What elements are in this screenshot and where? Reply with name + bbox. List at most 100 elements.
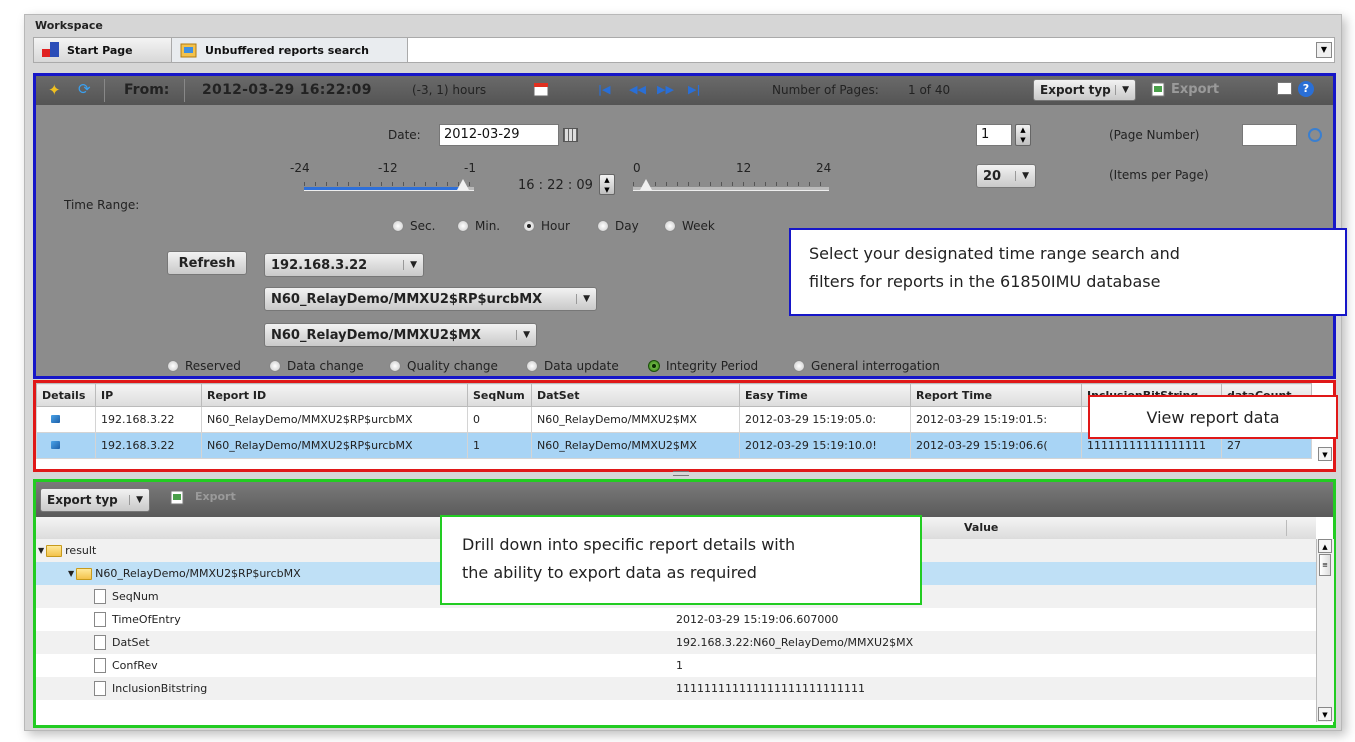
grid-scroll-down[interactable]: ▼ <box>1318 447 1332 461</box>
details-cell[interactable] <box>36 432 96 459</box>
ip-dropdown-value: 192.168.3.22 <box>271 257 368 273</box>
trigger-data-update[interactable]: Data update <box>526 359 619 373</box>
report-search-icon <box>180 42 198 58</box>
pin-icon[interactable]: ✦ <box>48 81 61 99</box>
details-export-icon[interactable] <box>170 490 185 509</box>
page-number-input[interactable]: 1 <box>976 124 1012 146</box>
details-export-button[interactable]: Export <box>195 490 236 503</box>
pages-label: Number of Pages: <box>772 83 879 97</box>
items-per-page-dropdown[interactable]: 20 ▼ <box>976 164 1036 188</box>
help-icon[interactable]: ? <box>1298 81 1314 97</box>
left-time-slider-fill <box>304 187 464 190</box>
slider-ticks <box>304 182 474 186</box>
right-time-slider-track[interactable] <box>633 187 829 191</box>
table-cell: 192.168.3.22 <box>95 406 202 433</box>
tree-row[interactable]: TimeOfEntry 2012-03-29 15:19:06.607000 <box>36 608 1316 631</box>
pages-value: 1 of 40 <box>908 83 951 97</box>
right-tick-label: 24 <box>816 161 832 175</box>
calendar-icon[interactable] <box>533 81 549 100</box>
grid-header[interactable]: Report Time <box>910 383 1082 407</box>
grid-header[interactable]: Easy Time <box>739 383 911 407</box>
tab-unbuffered-label: Unbuffered reports search <box>205 43 370 57</box>
previous-page-icon[interactable]: ◀◀ <box>629 83 646 96</box>
hours-range: (-3, 1) hours <box>412 83 487 97</box>
grid-header[interactable]: DatSet <box>531 383 740 407</box>
unit-label: Week <box>682 219 715 233</box>
trigger-data-change[interactable]: Data change <box>269 359 364 373</box>
trigger-integrity-period[interactable]: Integrity Period <box>648 359 758 373</box>
unit-radio-week[interactable]: Week <box>664 219 715 233</box>
ip-dropdown[interactable]: 192.168.3.22 ▼ <box>264 253 424 277</box>
unit-radio-min[interactable]: Min. <box>457 219 500 233</box>
details-export-type-dropdown[interactable]: Export typ ▼ <box>40 488 150 512</box>
rcb-dropdown[interactable]: N60_RelayDemo/MMXU2$RP$urcbMX ▼ <box>264 287 597 311</box>
details-scrollbar[interactable]: ▲ ≡ ▼ <box>1316 539 1334 722</box>
tree-label: InclusionBitstring <box>112 682 208 695</box>
trigger-general-interrogation[interactable]: General interrogation <box>793 359 940 373</box>
next-page-icon[interactable]: ▶▶ <box>657 83 674 96</box>
grid-header[interactable]: Report ID <box>201 383 468 407</box>
unit-radio-hour[interactable]: Hour <box>523 219 570 233</box>
expand-arrow-icon[interactable]: ▼ <box>68 569 74 578</box>
splitter-handle[interactable] <box>673 471 689 476</box>
page-number-spinner[interactable]: ▲ ▼ <box>1015 124 1031 146</box>
value-column-header[interactable]: Value <box>964 521 998 534</box>
details-cell[interactable] <box>36 406 96 433</box>
chevron-down-icon: ▼ <box>1015 171 1029 181</box>
radio-dot <box>269 360 281 372</box>
export-icon[interactable] <box>1151 82 1166 100</box>
tree-row[interactable]: ConfRev 1 <box>36 654 1316 677</box>
dataset-dropdown[interactable]: N60_RelayDemo/MMXU2$MX ▼ <box>264 323 537 347</box>
toolbar-separator <box>104 79 105 102</box>
first-page-icon[interactable]: |◀ <box>598 83 610 96</box>
tree-label: TimeOfEntry <box>112 613 181 626</box>
refresh-button[interactable]: Refresh <box>167 251 247 275</box>
radio-dot <box>389 360 401 372</box>
table-cell: N60_RelayDemo/MMXU2$MX <box>531 406 740 433</box>
tab-unbuffered-reports[interactable]: Unbuffered reports search <box>172 38 408 62</box>
grid-header[interactable]: Details <box>36 383 96 407</box>
tab-list-dropdown[interactable]: ▼ <box>1316 42 1332 58</box>
scroll-down-button[interactable]: ▼ <box>1318 707 1332 721</box>
time-value: 16 : 22 : 09 <box>518 178 593 193</box>
details-icon[interactable] <box>51 441 60 449</box>
trigger-reserved[interactable]: Reserved <box>167 359 241 373</box>
last-page-icon[interactable]: ▶| <box>688 83 700 96</box>
document-icon <box>94 612 106 627</box>
details-icon[interactable] <box>51 415 60 423</box>
tree-row[interactable]: DatSet 192.168.3.22:N60_RelayDemo/MMXU2$M… <box>36 631 1316 654</box>
grid-header[interactable]: SeqNum <box>467 383 532 407</box>
date-input[interactable]: 2012-03-29 <box>439 124 559 146</box>
workspace-title: Workspace <box>35 19 103 32</box>
tree-value: 2012-03-29 15:19:06.607000 <box>676 613 839 626</box>
export-button[interactable]: Export <box>1171 82 1219 97</box>
scroll-up-button[interactable]: ▲ <box>1318 539 1332 553</box>
time-spinner[interactable]: ▲ ▼ <box>599 174 615 195</box>
grid-header[interactable]: IP <box>95 383 202 407</box>
search-icon[interactable] <box>1308 128 1322 142</box>
tab-start-page[interactable]: Start Page <box>34 38 172 62</box>
window-toggle-icon[interactable] <box>1277 82 1292 95</box>
table-cell: 2012-03-29 15:19:10.0! <box>739 432 911 459</box>
date-picker-icon[interactable] <box>563 128 578 142</box>
unit-radio-day[interactable]: Day <box>597 219 639 233</box>
slider-ticks <box>633 182 829 186</box>
right-tick-label: 0 <box>633 161 641 175</box>
unit-radio-sec[interactable]: Sec. <box>392 219 435 233</box>
trigger-quality-change[interactable]: Quality change <box>389 359 498 373</box>
export-type-dropdown[interactable]: Export typ ▼ <box>1033 79 1136 101</box>
expand-arrow-icon[interactable]: ▼ <box>38 546 44 555</box>
refresh-icon[interactable]: ⟳ <box>78 80 91 98</box>
tree-row[interactable]: InclusionBitstring 1111111111111111111111… <box>36 677 1316 700</box>
page-number-goto-input[interactable] <box>1242 124 1297 146</box>
from-datetime: 2012-03-29 16:22:09 <box>202 82 372 98</box>
table-cell: 192.168.3.22 <box>95 432 202 459</box>
scroll-thumb[interactable]: ≡ <box>1319 554 1331 576</box>
right-slider-thumb[interactable] <box>640 179 652 190</box>
left-slider-thumb[interactable] <box>457 179 469 190</box>
table-cell: N60_RelayDemo/MMXU2$MX <box>531 432 740 459</box>
from-label: From: <box>124 82 170 98</box>
document-icon <box>94 589 106 604</box>
table-cell: 2012-03-29 15:19:05.0: <box>739 406 911 433</box>
tab-start-page-label: Start Page <box>67 43 133 57</box>
